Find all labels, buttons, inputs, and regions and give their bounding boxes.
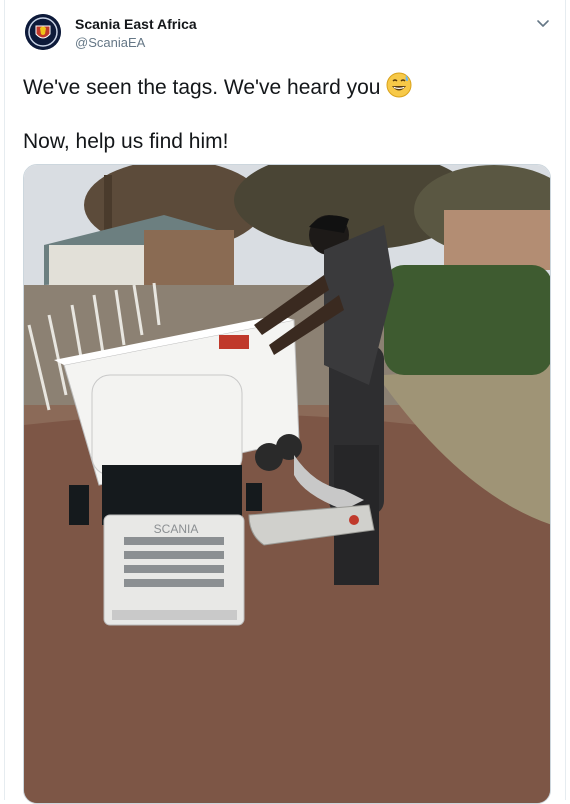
grinning-face-with-sweat-emoji-icon — [386, 72, 412, 98]
tweet-header: Scania East Africa @ScaniaEA — [5, 0, 565, 60]
tweet-text-1: We've seen the tags. We've heard you — [23, 76, 381, 99]
tweet-card[interactable]: Scania East Africa @ScaniaEA We've seen … — [4, 0, 566, 804]
tweet-text-line-1: We've seen the tags. We've heard you — [23, 72, 412, 100]
avatar[interactable] — [25, 14, 61, 50]
author-name[interactable]: Scania East Africa — [75, 16, 197, 32]
scania-logo-icon — [25, 14, 61, 50]
tweet-text-line-2: Now, help us find him! — [23, 130, 229, 153]
grille-brand-label: SCANIA — [154, 522, 199, 536]
chevron-down-icon[interactable] — [535, 16, 551, 32]
tweet-photo[interactable]: SCANIA — [23, 164, 551, 804]
author-handle[interactable]: @ScaniaEA — [75, 35, 145, 50]
photo-model-truck-scene: SCANIA — [24, 165, 550, 803]
